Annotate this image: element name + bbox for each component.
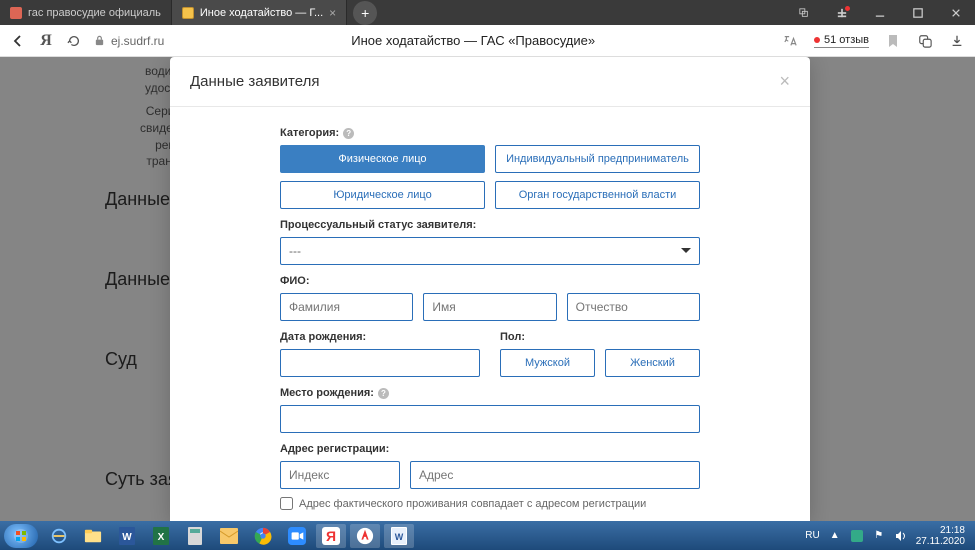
modal-close-button[interactable]: × xyxy=(779,71,790,92)
extensions-icon[interactable] xyxy=(823,0,861,25)
lock-icon xyxy=(94,35,105,46)
last-name-input[interactable] xyxy=(280,293,413,321)
category-label: Категория: ? xyxy=(280,127,700,139)
gender-btn-male[interactable]: Мужской xyxy=(500,349,595,377)
window-controls xyxy=(785,0,975,25)
system-tray: RU ▲ ⚑ 21:18 27.11.2020 xyxy=(805,525,971,547)
excel-icon[interactable]: X xyxy=(146,524,176,548)
first-name-input[interactable] xyxy=(423,293,556,321)
yandex-browser-icon[interactable] xyxy=(350,524,380,548)
word-doc-icon[interactable]: W xyxy=(384,524,414,548)
new-tab-button[interactable]: + xyxy=(353,1,377,25)
browser-tab[interactable]: гас правосудие официаль xyxy=(0,0,172,25)
start-button[interactable] xyxy=(4,524,38,548)
tray-security-icon[interactable] xyxy=(850,529,864,543)
browser-urlbar: Я ej.sudrf.ru Иное ходатайство — ГАС «Пр… xyxy=(0,25,975,57)
birthplace-input[interactable] xyxy=(280,405,700,433)
back-button[interactable] xyxy=(10,33,26,49)
url-text: ej.sudrf.ru xyxy=(111,34,164,48)
tab-label: Иное ходатайство — Г... xyxy=(200,7,323,19)
downloads-icon[interactable] xyxy=(949,33,965,49)
yandex-icon[interactable]: Я xyxy=(316,524,346,548)
page-title: Иное ходатайство — ГАС «Правосудие» xyxy=(176,33,770,48)
same-address-label: Адрес фактического проживания совпадает … xyxy=(299,498,646,510)
windows-taskbar: W X Я W RU ▲ ⚑ 21:18 27.11.2020 xyxy=(0,521,975,550)
browser-tab-active[interactable]: Иное ходатайство — Г... × xyxy=(172,0,347,25)
window-minimize-button[interactable] xyxy=(861,0,899,25)
zoom-icon[interactable] xyxy=(282,524,312,548)
help-icon[interactable]: ? xyxy=(343,128,354,139)
modal-body: Категория: ? Физическое лицо Индивидуаль… xyxy=(170,107,810,521)
svg-text:W: W xyxy=(395,532,404,542)
close-tab-icon[interactable]: × xyxy=(329,6,336,20)
reg-addr-input[interactable] xyxy=(410,461,700,489)
reviews-badge[interactable]: 51 отзыв xyxy=(814,34,869,48)
category-btn-gov[interactable]: Орган государственной власти xyxy=(495,181,700,209)
url-display[interactable]: ej.sudrf.ru xyxy=(94,34,164,48)
tray-flag-icon[interactable]: ⚑ xyxy=(872,529,886,543)
tab-label: гас правосудие официаль xyxy=(28,7,161,19)
category-btn-individual[interactable]: Физическое лицо xyxy=(280,145,485,173)
explorer-icon[interactable] xyxy=(78,524,108,548)
reload-button[interactable] xyxy=(66,33,82,49)
category-btn-legal[interactable]: Юридическое лицо xyxy=(280,181,485,209)
browser-titlebar: гас правосудие официаль Иное ходатайство… xyxy=(0,0,975,25)
translate-icon[interactable] xyxy=(782,33,798,49)
dob-input[interactable] xyxy=(280,349,480,377)
calc-icon[interactable] xyxy=(180,524,210,548)
ie-icon[interactable] xyxy=(44,524,74,548)
yandex-home-button[interactable]: Я xyxy=(38,33,54,49)
page-viewport: водительудостове Серия исвидетелрегисттр… xyxy=(0,57,975,521)
category-btn-entrepreneur[interactable]: Индивидуальный предприниматель xyxy=(495,145,700,173)
tray-clock[interactable]: 21:18 27.11.2020 xyxy=(916,525,965,547)
modal-title: Данные заявителя xyxy=(190,73,319,90)
middle-name-input[interactable] xyxy=(567,293,700,321)
modal-header: Данные заявителя × xyxy=(170,57,810,107)
svg-text:W: W xyxy=(122,532,132,543)
same-address-checkbox[interactable] xyxy=(280,497,293,510)
applicant-modal: Данные заявителя × Категория: ? Физическ… xyxy=(170,57,810,521)
svg-text:X: X xyxy=(158,532,165,543)
reg-index-input[interactable] xyxy=(280,461,400,489)
window-maximize-button[interactable] xyxy=(899,0,937,25)
birthplace-label: Место рождения: ? xyxy=(280,387,700,399)
dob-label: Дата рождения: xyxy=(280,331,480,343)
tray-chevron-icon[interactable]: ▲ xyxy=(828,529,842,543)
outlook-icon[interactable] xyxy=(214,524,244,548)
tabs-overview-icon[interactable] xyxy=(785,0,823,25)
tab-favicon xyxy=(182,7,194,19)
bookmark-icon[interactable] xyxy=(885,33,901,49)
reg-addr-label: Адрес регистрации: xyxy=(280,443,700,455)
tab-favicon xyxy=(10,7,22,19)
gender-label: Пол: xyxy=(500,331,700,343)
fio-label: ФИО: xyxy=(280,275,700,287)
help-icon[interactable]: ? xyxy=(378,388,389,399)
chrome-icon[interactable] xyxy=(248,524,278,548)
tray-volume-icon[interactable] xyxy=(894,529,908,543)
same-address-checkbox-row[interactable]: Адрес фактического проживания совпадает … xyxy=(280,497,700,510)
word-icon[interactable]: W xyxy=(112,524,142,548)
window-close-button[interactable] xyxy=(937,0,975,25)
gender-btn-female[interactable]: Женский xyxy=(605,349,700,377)
taskbar-pinned: W X Я W xyxy=(44,524,414,548)
proc-status-select[interactable]: --- xyxy=(280,237,700,265)
addons-icon[interactable] xyxy=(917,33,933,49)
proc-status-label: Процессуальный статус заявителя: xyxy=(280,219,700,231)
tray-lang[interactable]: RU xyxy=(805,530,819,541)
